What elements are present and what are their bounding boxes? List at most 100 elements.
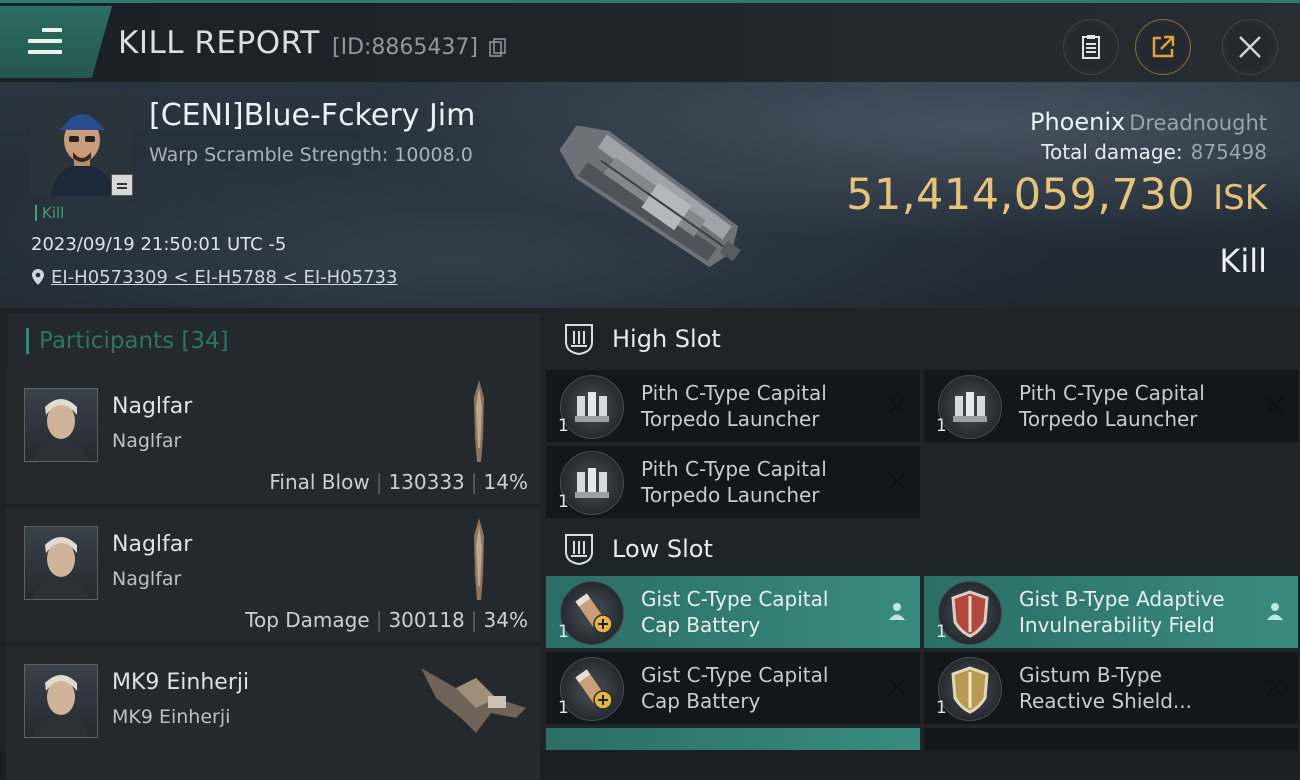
hamburger-icon xyxy=(28,28,62,61)
module-name: Pith C-Type Capital Torpedo Launcher xyxy=(641,457,827,507)
destroyed-x-icon xyxy=(888,396,906,414)
high-slot-header: High Slot xyxy=(540,308,1300,370)
close-button[interactable] xyxy=(1222,19,1278,75)
torpedo-launcher-icon xyxy=(560,451,624,515)
clipboard-icon xyxy=(1082,35,1100,59)
dropped-person-icon xyxy=(1267,603,1283,620)
participant-percent: 34% xyxy=(483,608,528,632)
module-item[interactable]: 1 Gist C-Type Capital Cap Battery xyxy=(546,576,920,648)
location-pin-icon xyxy=(32,269,44,285)
kill-location[interactable]: EI-H0573309 < EI-H5788 < EI-H05733 xyxy=(31,267,397,288)
reactive-shield-icon xyxy=(938,657,1002,721)
dropped-person-icon xyxy=(889,603,905,620)
ship-class: Dreadnought xyxy=(1129,111,1267,135)
participants-panel: Participants [34] Naglfar Naglfar Final … xyxy=(0,308,540,780)
module-name: Gist B-Type Adaptive Invulnerability Fiel… xyxy=(1019,587,1225,637)
isk-value-row: 51,414,059,730 ISK xyxy=(846,170,1267,220)
module-item[interactable]: 1 Gist B-Type Adaptive Invulnerability Fi… xyxy=(924,576,1298,648)
fitting-panel: High Slot 1 Pith C-Type Capital Torpedo L… xyxy=(540,308,1300,750)
cap-battery-icon xyxy=(560,581,624,645)
participant-damage: 300118 xyxy=(388,608,465,632)
close-icon xyxy=(1239,36,1261,58)
module-item[interactable]: 1 Pith C-Type Capital Torpedo Launcher xyxy=(546,370,920,442)
participant-name[interactable]: MK9 Einherji xyxy=(112,670,249,695)
participant-ship: Naglfar xyxy=(112,568,182,590)
ship-image xyxy=(559,125,741,268)
kill-tag: Kill xyxy=(35,205,64,221)
participants-header: Participants [34] xyxy=(8,314,540,370)
module-name: Pith C-Type Capital Torpedo Launcher xyxy=(641,381,827,431)
isk-value: 51,414,059,730 xyxy=(846,170,1196,220)
module-name: Gist C-Type Capital Cap Battery xyxy=(641,587,829,637)
corp-badge xyxy=(111,174,133,196)
module-quantity: 1 xyxy=(558,622,569,642)
ship-type: Phoenix Dreadnought xyxy=(1030,108,1267,136)
participant-name[interactable]: Naglfar xyxy=(112,394,192,419)
ship-name[interactable]: Phoenix xyxy=(1030,108,1125,136)
module-item[interactable]: 1 Pith C-Type Capital Torpedo Launcher xyxy=(546,446,920,518)
isk-unit: ISK xyxy=(1213,178,1267,218)
victim-panel: [CENI]Blue-Fckery Jim Warp Scramble Stre… xyxy=(0,82,1300,308)
participant-portrait xyxy=(24,526,98,600)
participant-stats: Top Damage | 300118 | 34% xyxy=(245,608,528,632)
module-item-partial[interactable] xyxy=(546,728,920,750)
participant-row[interactable]: Naglfar Naglfar Final Blow | 130333 | 14% xyxy=(6,370,540,504)
naglfar-ship-icon xyxy=(474,518,484,600)
participant-role: Final Blow xyxy=(269,470,370,494)
torpedo-launcher-icon xyxy=(938,375,1002,439)
destroyed-x-icon xyxy=(888,678,906,696)
destroyed-x-icon xyxy=(1266,678,1284,696)
participant-row[interactable]: Naglfar Naglfar Top Damage | 300118 | 34% xyxy=(6,508,540,642)
module-quantity: 1 xyxy=(936,416,947,436)
high-slot-label: High Slot xyxy=(612,325,721,353)
module-name: Pith C-Type Capital Torpedo Launcher xyxy=(1019,381,1205,431)
participant-row[interactable]: MK9 Einherji MK9 Einherji xyxy=(6,646,540,780)
module-item[interactable]: 1 Gistum B-Type Reactive Shield... xyxy=(924,652,1298,724)
warp-scramble-strength: Warp Scramble Strength: 10008.0 xyxy=(149,144,473,166)
participant-damage: 130333 xyxy=(388,470,465,494)
report-id: [ID:8865437] xyxy=(332,35,478,60)
low-slot-label: Low Slot xyxy=(612,535,713,563)
kill-result: Kill xyxy=(1219,242,1267,280)
module-item[interactable]: 1 Gist C-Type Capital Cap Battery xyxy=(546,652,920,724)
participant-percent: 14% xyxy=(483,470,528,494)
participant-ship: Naglfar xyxy=(112,430,182,452)
cap-battery-icon xyxy=(560,657,624,721)
low-slot-icon xyxy=(565,534,593,566)
victim-name[interactable]: [CENI]Blue-Fckery Jim xyxy=(149,98,475,133)
total-damage: Total damage: 875498 xyxy=(1041,140,1267,164)
participants-label: Participants [34] xyxy=(26,328,229,354)
module-quantity: 1 xyxy=(558,698,569,718)
module-name: Gistum B-Type Reactive Shield... xyxy=(1019,663,1193,713)
share-button[interactable] xyxy=(1135,19,1191,75)
high-slot-icon xyxy=(565,324,593,356)
copy-icon[interactable] xyxy=(488,38,508,58)
module-quantity: 1 xyxy=(936,698,947,718)
module-quantity: 1 xyxy=(558,416,569,436)
invulnerability-field-icon xyxy=(938,581,1002,645)
module-item-partial[interactable] xyxy=(924,728,1298,750)
naglfar-ship-icon xyxy=(474,380,484,462)
page-title: KILL REPORT xyxy=(118,25,320,61)
participant-portrait xyxy=(24,664,98,738)
participant-stats: Final Blow | 130333 | 14% xyxy=(269,470,528,494)
module-item[interactable]: 1 Pith C-Type Capital Torpedo Launcher xyxy=(924,370,1298,442)
destroyed-x-icon xyxy=(1266,396,1284,414)
low-slot-header: Low Slot xyxy=(540,518,1300,580)
participant-portrait xyxy=(24,388,98,462)
participant-role: Top Damage xyxy=(245,608,370,632)
report-button[interactable] xyxy=(1063,19,1119,75)
menu-button[interactable] xyxy=(0,6,112,78)
participant-ship: MK9 Einherji xyxy=(112,706,231,728)
module-quantity: 1 xyxy=(558,492,569,512)
torpedo-launcher-icon xyxy=(560,375,624,439)
victim-portrait[interactable] xyxy=(31,94,133,196)
total-damage-value: 875498 xyxy=(1190,140,1267,164)
einherji-ship-icon xyxy=(421,668,526,733)
destroyed-x-icon xyxy=(888,472,906,490)
share-icon xyxy=(1152,35,1175,58)
participant-name[interactable]: Naglfar xyxy=(112,532,192,557)
total-damage-label: Total damage: xyxy=(1041,140,1183,164)
location-link[interactable]: EI-H0573309 < EI-H5788 < EI-H05733 xyxy=(51,267,397,288)
kill-datetime: 2023/09/19 21:50:01 UTC -5 xyxy=(31,234,287,255)
